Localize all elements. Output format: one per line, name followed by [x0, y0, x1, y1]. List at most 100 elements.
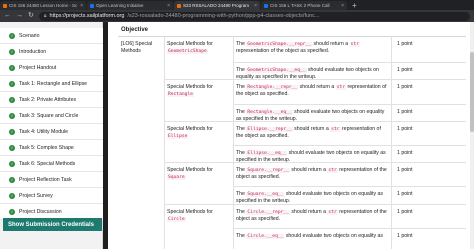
sidebar-item-survey[interactable]: ✓ Project Survey	[0, 188, 103, 204]
check-icon: ✓	[9, 80, 15, 87]
criterion-text: The	[236, 167, 245, 173]
sidebar-item-task-6[interactable]: ✓ Task 6: Special Methods	[0, 156, 103, 172]
show-submission-credentials-button[interactable]: Show Submission Credentials	[3, 218, 102, 231]
type-code: str	[327, 210, 338, 215]
criterion-description: The GeometricShape.__repr__ should retur…	[236, 41, 388, 55]
criterion-text: representation of the object as specifie…	[236, 48, 330, 54]
sidebar-item-label: Task 6: Special Methods	[19, 160, 76, 167]
method-group-label: Special Methods for GeometricShape	[167, 41, 229, 55]
sidebar-item-label: Project Survey	[19, 192, 53, 199]
sidebar-item-task-3[interactable]: ✓ Task 3: Square and Circle	[0, 108, 103, 124]
check-icon: ✓	[9, 32, 15, 39]
row-divider	[164, 79, 466, 80]
sidebar-item-label: Task 2: Private Attributes	[19, 96, 77, 103]
method-group-title: Special Methods for	[167, 41, 213, 47]
sidebar-item-task-1[interactable]: ✓ Task 1: Rectangle and Ellipse	[0, 76, 103, 92]
points-value: 1 point	[397, 84, 413, 90]
criterion-description: The Square.__repr__ should return a str …	[236, 167, 388, 181]
favicon-icon	[177, 3, 181, 8]
criterion-description: The Square.__eq__ should evaluate two ob…	[236, 191, 388, 205]
check-icon: ✓	[9, 112, 15, 119]
class-name-code: Square	[167, 175, 186, 180]
method-code: Circle.__repr__	[246, 210, 290, 215]
class-name-code: Circle	[167, 217, 186, 222]
method-code: GeometricShape.__eq__	[246, 68, 307, 73]
sidebar-item-label: Project Reflection Task	[19, 176, 72, 183]
type-code: str	[349, 42, 360, 47]
column-divider	[391, 36, 392, 249]
new-tab-icon[interactable]: +	[348, 1, 361, 10]
sidebar-item-scenario[interactable]: ✓ Scenario	[0, 28, 103, 44]
back-icon[interactable]: ←	[4, 10, 11, 22]
points-value: 1 point	[397, 191, 413, 197]
criterion-text: should return a	[313, 41, 349, 47]
row-divider	[164, 121, 466, 122]
criterion-text: should return a	[291, 209, 326, 215]
points-value: 1 point	[397, 209, 413, 215]
sidebar-item-project-handout[interactable]: ✓ Project Handout	[0, 60, 103, 76]
criterion-text: The	[236, 150, 245, 156]
sidebar-item-task-2[interactable]: ✓ Task 2: Private Attributes	[0, 92, 103, 108]
check-icon: ✓	[9, 144, 15, 151]
sidebar-item-label: Project Handout	[19, 64, 57, 71]
method-code: Ellipse.__eq__	[246, 151, 288, 156]
browser-tab-1[interactable]: CIS 156 24480 Lesson Home - Sc ×	[0, 1, 86, 10]
check-icon: ✓	[9, 192, 15, 199]
sidebar-item-reflection[interactable]: ✓ Project Reflection Task	[0, 172, 103, 188]
method-group-label: Special Methods for Ellipse	[167, 126, 229, 140]
method-code: Square.__eq__	[246, 192, 285, 197]
sidebar-item-label: Project Discussion	[19, 208, 62, 215]
method-group-title: Special Methods for	[167, 167, 213, 173]
rubric-panel: Objective [LO6] Special Methods Special …	[108, 22, 474, 249]
criterion-description: The Circle.__eq__ should evaluate two ob…	[236, 233, 388, 240]
criterion-text: The	[236, 84, 245, 90]
column-divider	[164, 36, 165, 249]
check-icon: ✓	[9, 64, 15, 71]
close-icon[interactable]: ×	[254, 3, 257, 9]
browser-tab-3[interactable]: S23 RSSALADO 24480 Program ×	[174, 1, 260, 10]
type-code: str	[330, 127, 341, 132]
favicon-icon	[3, 3, 7, 8]
method-code: Ellipse.__repr__	[246, 127, 293, 132]
class-name-code: Rectangle	[167, 92, 194, 97]
favicon-icon	[264, 3, 268, 8]
check-icon: ✓	[9, 128, 15, 135]
points-value: 1 point	[397, 233, 413, 239]
criterion-description: The Rectangle.__repr__ should return a s…	[236, 84, 388, 98]
close-icon[interactable]: ×	[80, 3, 83, 9]
check-icon: ✓	[9, 48, 15, 55]
close-icon[interactable]: ×	[341, 3, 344, 9]
check-icon: ✓	[9, 176, 15, 183]
points-value: 1 point	[397, 67, 413, 73]
points-value: 1 point	[397, 167, 413, 173]
objective-header: Objective	[121, 27, 149, 33]
tab-title: CIS 156 24480 Lesson Home - Sc	[9, 3, 78, 8]
row-divider	[233, 186, 466, 187]
scrollbar-thumb[interactable]	[470, 52, 474, 132]
close-icon[interactable]: ×	[167, 3, 170, 9]
sidebar-item-label: Scenario	[19, 32, 40, 39]
sidebar-item-task-4[interactable]: ✓ Task 4: Utility Module	[0, 124, 103, 140]
browser-tab-4[interactable]: CIS 156 L TASK 2 Phone Call ×	[261, 1, 347, 10]
method-group-label: Special Methods for Rectangle	[167, 84, 229, 98]
sidebar-item-task-5[interactable]: ✓ Task 5: Complex Shape	[0, 140, 103, 156]
method-code: Rectangle.__repr__	[246, 85, 299, 90]
forward-icon[interactable]: →	[16, 10, 23, 22]
criterion-text: The	[236, 67, 245, 73]
method-code: GeometricShape.__repr__	[246, 42, 313, 47]
criterion-text: should return a	[299, 84, 335, 90]
sidebar-item-label: Task 3: Square and Circle	[19, 112, 79, 119]
sidebar-item-introduction[interactable]: ✓ Introduction	[0, 44, 103, 60]
reload-icon[interactable]: ↻	[28, 10, 34, 22]
scrollbar[interactable]	[470, 22, 474, 249]
favicon-icon	[90, 3, 94, 8]
url-field[interactable]: 🔒︎ https://projects.sailplatform.org/s23…	[38, 11, 470, 21]
class-name-code: GeometricShape	[167, 49, 208, 54]
method-code: Circle.__eq__	[246, 234, 285, 239]
browser-tab-2[interactable]: Open Learning Initiative ×	[87, 1, 173, 10]
criterion-text: The	[236, 191, 245, 197]
criterion-text: The	[236, 209, 245, 215]
points-value: 1 point	[397, 109, 413, 115]
row-divider	[233, 145, 466, 146]
sidebar-item-label: Introduction	[19, 48, 47, 55]
